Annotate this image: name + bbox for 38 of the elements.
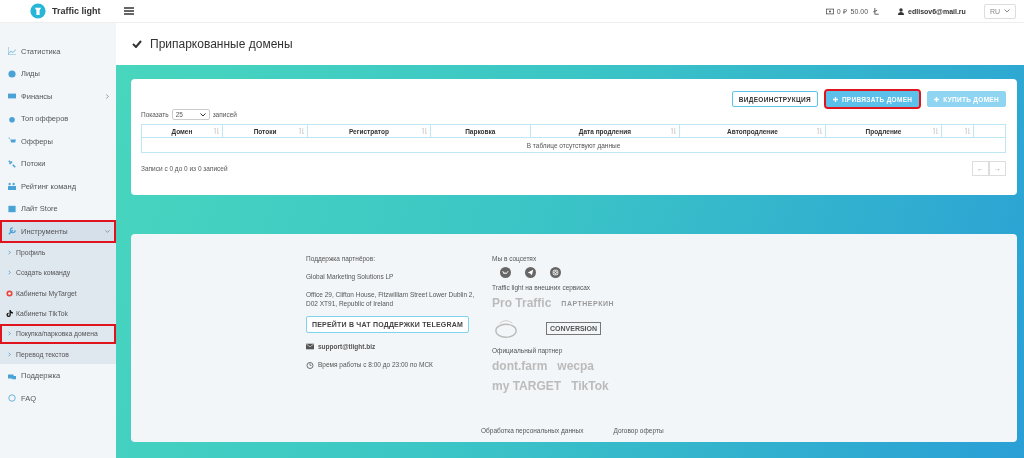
caret-icon xyxy=(199,112,206,117)
chevron-down-icon xyxy=(105,228,110,234)
caret-icon xyxy=(1004,9,1010,13)
logo-icon xyxy=(30,3,46,19)
user-icon xyxy=(897,7,906,15)
sort-icon[interactable] xyxy=(964,128,970,134)
sort-icon[interactable] xyxy=(932,128,938,134)
chart-icon xyxy=(8,47,16,56)
sort-icon[interactable] xyxy=(421,128,427,134)
paper-plane-icon[interactable] xyxy=(525,267,536,279)
camera-icon[interactable] xyxy=(550,267,561,279)
link-icon xyxy=(8,159,16,168)
plus-icon xyxy=(934,96,940,102)
mail-icon xyxy=(306,343,314,351)
wrench-icon xyxy=(8,227,16,236)
target-icon xyxy=(6,289,13,297)
clock-icon xyxy=(306,361,314,369)
points-icon xyxy=(872,7,881,15)
column-header[interactable] xyxy=(941,124,974,138)
sort-icon[interactable] xyxy=(213,128,219,134)
column-header[interactable] xyxy=(973,124,1006,138)
sort-icon[interactable] xyxy=(299,128,305,134)
page-title: Припаркованные домены xyxy=(150,37,293,51)
menu-icon[interactable] xyxy=(124,7,134,15)
vk-icon[interactable] xyxy=(500,267,511,279)
logo-text: Traffic light xyxy=(52,6,101,16)
wallet-icon xyxy=(825,7,834,15)
sort-icon[interactable] xyxy=(817,128,823,134)
chevron-right-icon xyxy=(6,249,13,257)
chevron-right-icon xyxy=(6,330,13,338)
chevron-right-icon xyxy=(6,269,13,277)
chevron-right-icon xyxy=(6,350,13,358)
cart-icon xyxy=(8,137,16,146)
sort-icon[interactable] xyxy=(670,128,676,134)
chevron-right-icon xyxy=(105,93,110,99)
team-icon xyxy=(8,182,16,191)
plus-icon xyxy=(832,96,838,102)
music-note-icon xyxy=(6,310,13,318)
